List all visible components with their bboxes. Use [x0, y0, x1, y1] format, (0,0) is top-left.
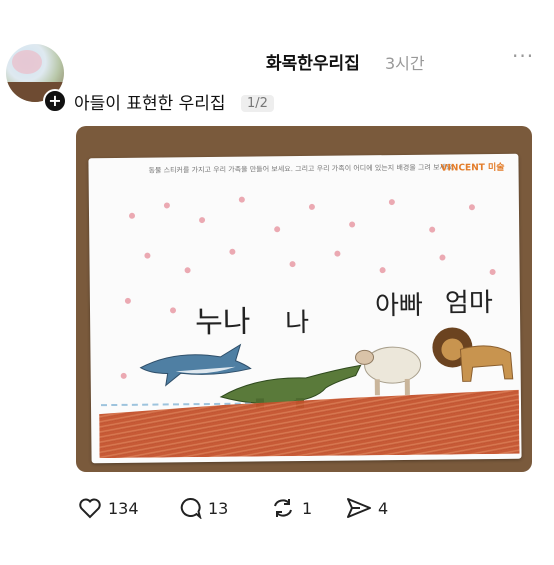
pink-dot — [439, 254, 446, 261]
pink-dot — [308, 203, 315, 210]
paper-instructions: 동물 스티커를 가지고 우리 가족을 만들어 보세요. 그리고 우리 가족이 어… — [148, 163, 455, 175]
repost-button[interactable]: 1 — [270, 497, 312, 519]
post-image[interactable]: 동물 스티커를 가지고 우리 가족을 만들어 보세요. 그리고 우리 가족이 어… — [76, 126, 532, 472]
pink-dot — [128, 212, 136, 219]
label-mom: 엄마 — [444, 288, 493, 319]
more-icon[interactable]: ··· — [512, 44, 534, 68]
caption-text: 아들이 표현한 우리집 — [74, 94, 226, 114]
repost-count: 1 — [302, 498, 313, 518]
pink-dot — [184, 267, 191, 274]
post-caption: 아들이 표현한 우리집 1/2 — [74, 89, 274, 114]
share-icon — [347, 498, 371, 518]
label-dad: 아빠 — [374, 290, 423, 322]
pink-dot — [289, 261, 296, 268]
like-button[interactable]: 134 — [78, 497, 139, 519]
pink-dot — [163, 202, 170, 209]
heart-icon — [79, 498, 101, 519]
lion-sticker — [432, 327, 514, 382]
pink-dot — [199, 217, 206, 224]
repost-icon — [274, 499, 292, 517]
pink-dot — [349, 221, 356, 228]
pink-dot — [388, 199, 395, 206]
pink-dot — [489, 269, 496, 276]
label-me: 나 — [284, 307, 310, 339]
pink-dot — [238, 196, 245, 203]
post-time: 3시간 — [385, 54, 425, 73]
pink-dot — [334, 250, 341, 257]
comment-button[interactable]: 13 — [178, 497, 228, 519]
comment-count: 13 — [208, 498, 229, 518]
pink-dot — [379, 267, 386, 274]
sheep-sticker — [355, 346, 422, 396]
username[interactable]: 화목한우리집 — [266, 49, 360, 74]
avatar-tree-image — [12, 50, 42, 74]
pink-dot — [169, 307, 177, 314]
pink-dot — [429, 226, 436, 233]
comment-icon — [180, 498, 202, 519]
share-count: 4 — [378, 498, 389, 518]
drawing-paper: 동물 스티커를 가지고 우리 가족을 만들어 보세요. 그리고 우리 가족이 어… — [88, 153, 522, 464]
pink-dot — [229, 248, 236, 255]
share-button[interactable]: 4 — [346, 497, 388, 519]
pink-dot — [274, 226, 281, 233]
follow-plus-icon[interactable]: + — [43, 89, 67, 113]
image-counter: 1/2 — [240, 95, 274, 112]
label-sister: 누나 — [194, 304, 251, 341]
pink-dot — [124, 297, 131, 304]
pink-dot — [468, 204, 475, 211]
pink-dot — [144, 252, 151, 259]
like-count: 134 — [108, 498, 139, 518]
brand-logo: VINCENT 미술 — [440, 162, 505, 174]
pink-dot — [120, 372, 127, 379]
